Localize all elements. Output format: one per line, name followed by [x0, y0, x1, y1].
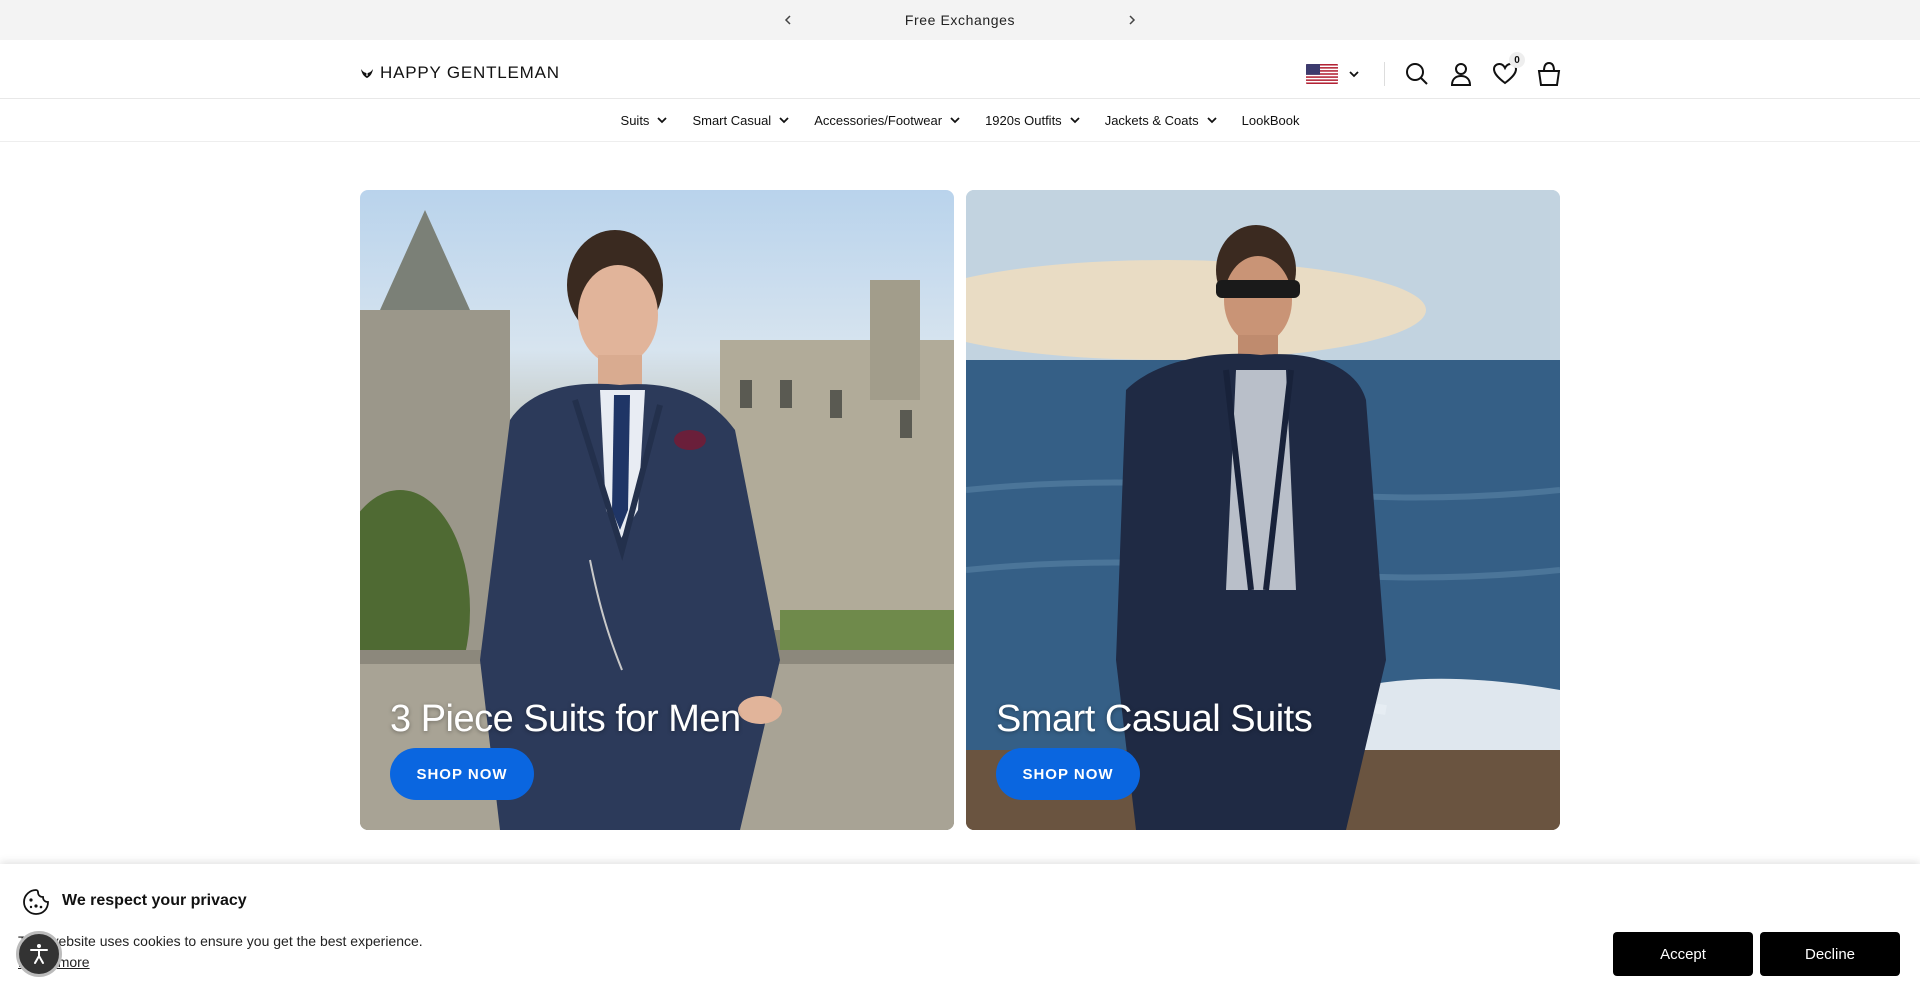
nav-item-suits[interactable]: Suits	[621, 113, 669, 128]
us-flag-icon	[1306, 64, 1338, 84]
announcement-bar: Free Exchanges	[0, 0, 1920, 40]
chevron-right-icon	[1129, 15, 1136, 25]
cart-button[interactable]	[1535, 60, 1563, 88]
nav-item-label: Accessories/Footwear	[814, 112, 943, 128]
country-selector[interactable]	[1306, 64, 1338, 84]
shop-now-button[interactable]: SHOP NOW	[390, 748, 534, 800]
announcement-next-button[interactable]	[1120, 8, 1144, 32]
shop-now-button[interactable]: SHOP NOW	[996, 748, 1140, 800]
logo-mark-icon	[361, 68, 373, 78]
wishlist-button[interactable]: 0	[1491, 52, 1525, 88]
cookie-icon	[23, 889, 49, 915]
site-header: HAPPY GENTLEMAN 0	[0, 40, 1920, 99]
hero-card-three-piece-suits[interactable]: 3 Piece Suits for Men SHOP NOW	[360, 190, 954, 830]
nav-item-label: 1920s Outfits	[985, 112, 1062, 128]
main-nav: Suits Smart Casual Accessories/Footwear …	[0, 99, 1920, 142]
logo-text: HAPPY GENTLEMAN	[380, 63, 560, 82]
cookie-banner: We respect your privacy This website use…	[0, 864, 1920, 993]
decline-cookies-button[interactable]: Decline	[1760, 932, 1900, 976]
announcement-text: Free Exchanges	[904, 12, 1016, 28]
accessibility-icon	[30, 944, 48, 964]
nav-item-lookbook[interactable]: LookBook	[1242, 113, 1300, 128]
accessibility-button[interactable]	[16, 931, 62, 977]
account-button[interactable]	[1447, 60, 1475, 88]
nav-item-label: Suits	[620, 112, 650, 128]
cookie-message: This website uses cookies to ensure you …	[18, 933, 423, 949]
chevron-down-icon	[657, 117, 668, 124]
chevron-down-icon[interactable]	[1348, 68, 1360, 80]
wishlist-count-badge: 0	[1509, 52, 1525, 68]
nav-item-1920s-outfits[interactable]: 1920s Outfits	[985, 113, 1081, 128]
header-actions: 0	[1306, 52, 1579, 90]
nav-item-label: Smart Casual	[692, 112, 772, 128]
nav-item-label: Jackets & Coats	[1104, 112, 1199, 128]
chevron-down-icon	[950, 117, 960, 124]
chevron-down-icon	[779, 117, 789, 124]
nav-item-accessories-footwear[interactable]: Accessories/Footwear	[814, 113, 961, 128]
hero-card-title: Smart Casual Suits	[996, 698, 1313, 740]
hero-card-title: 3 Piece Suits for Men	[390, 698, 741, 740]
announcement-prev-button[interactable]	[776, 8, 800, 32]
chevron-down-icon	[1206, 117, 1217, 124]
bag-icon	[1537, 61, 1561, 86]
site-logo[interactable]: HAPPY GENTLEMAN	[360, 63, 560, 83]
nav-item-label: LookBook	[1241, 112, 1300, 128]
accept-cookies-button[interactable]: Accept	[1613, 932, 1753, 976]
chevron-down-icon	[1070, 117, 1080, 124]
header-divider	[1384, 62, 1385, 86]
nav-item-smart-casual[interactable]: Smart Casual	[692, 113, 790, 128]
hero-card-smart-casual-suits[interactable]: Smart Casual Suits SHOP NOW	[966, 190, 1560, 830]
nav-item-jackets-coats[interactable]: Jackets & Coats	[1105, 113, 1218, 128]
search-icon	[1406, 63, 1428, 85]
search-button[interactable]	[1403, 60, 1431, 88]
chevron-left-icon	[784, 15, 791, 25]
cookie-title: We respect your privacy	[62, 892, 247, 909]
account-icon	[1450, 63, 1472, 86]
